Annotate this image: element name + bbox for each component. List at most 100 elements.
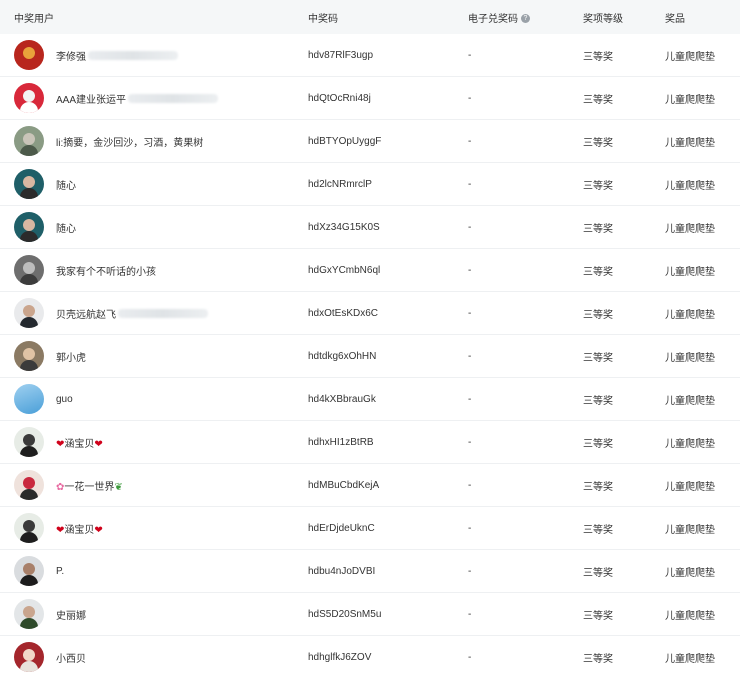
table-row: P. hdbu4nJoDVBI - 三等奖 儿童爬爬垫 (0, 550, 740, 593)
avatar (14, 427, 44, 457)
user-cell: 史丽娜 (0, 599, 308, 629)
redacted-text (128, 93, 219, 103)
table-row: 郭小虎 hdtdkg6xOhHN - 三等奖 儿童爬爬垫 (0, 335, 740, 378)
avatar (14, 513, 44, 543)
prize-cell: 儿童爬爬垫 (665, 51, 715, 63)
user-cell: P. (0, 556, 308, 586)
ecode-cell: - (468, 436, 472, 448)
code-cell: hd2lcNRmrclP (308, 178, 372, 190)
prize-cell: 儿童爬爬垫 (665, 524, 715, 536)
user-cell: 李修强 (0, 40, 308, 70)
ecode-cell: - (468, 135, 472, 147)
prize-cell: 儿童爬爬垫 (665, 395, 715, 407)
level-cell: 三等奖 (583, 51, 613, 63)
user-name-text: 一花一世界 (64, 481, 115, 493)
redacted-text (118, 308, 208, 318)
header-user: 中奖用户 (14, 13, 54, 25)
ecode-cell: - (468, 608, 472, 620)
level-cell: 三等奖 (583, 567, 613, 579)
header-ecode-label: 电子兑奖码 (468, 13, 518, 25)
user-cell: 小西贝 (0, 642, 308, 672)
ecode-cell: - (468, 522, 472, 534)
prize-cell: 儿童爬爬垫 (665, 223, 715, 235)
ecode-cell: - (468, 221, 472, 233)
code-cell: hdS5D20SnM5u (308, 608, 382, 620)
leaf-icon: ❦ (114, 481, 123, 493)
level-cell: 三等奖 (583, 524, 613, 536)
prize-cell: 儿童爬爬垫 (665, 610, 715, 622)
avatar (14, 642, 44, 672)
code-cell: hdQtOcRni48j (308, 92, 371, 104)
user-cell: guo (0, 384, 308, 414)
ecode-cell: - (468, 307, 472, 319)
user-name: 贝壳远航赵飞 (56, 309, 116, 321)
user-cell: 随心 (0, 212, 308, 242)
heart-icon: ❤ (94, 438, 103, 450)
table-row: ❤涵宝贝❤ hdErDjdeUknC - 三等奖 儿童爬爬垫 (0, 507, 740, 550)
ecode-cell: - (468, 651, 472, 663)
question-circle-icon[interactable]: ? (521, 14, 530, 24)
ecode-cell: - (468, 479, 472, 491)
user-cell: 我家有个不听话的小孩 (0, 255, 308, 285)
user-cell: 随心 (0, 169, 308, 199)
heart-icon: ❤ (94, 524, 103, 536)
user-name: li:摘要，金沙回沙，习酒，黄果树 (56, 137, 204, 149)
prize-cell: 儿童爬爬垫 (665, 438, 715, 450)
table-row: AAA建业张运平 hdQtOcRni48j - 三等奖 儿童爬爬垫 (0, 77, 740, 120)
ecode-cell: - (468, 264, 472, 276)
level-cell: 三等奖 (583, 94, 613, 106)
code-cell: hdXz34G15K0S (308, 221, 380, 233)
avatar (14, 212, 44, 242)
user-name: ❤涵宝贝❤ (56, 435, 103, 450)
prize-cell: 儿童爬爬垫 (665, 352, 715, 364)
table-row: li:摘要，金沙回沙，习酒，黄果树 hdBTYOpUyggF - 三等奖 儿童爬… (0, 120, 740, 163)
table-row: 我家有个不听话的小孩 hdGxYCmbN6ql - 三等奖 儿童爬爬垫 (0, 249, 740, 292)
prize-cell: 儿童爬爬垫 (665, 266, 715, 278)
avatar (14, 169, 44, 199)
ecode-cell: - (468, 92, 472, 104)
user-name: ✿一花一世界❦ (56, 478, 123, 493)
prize-cell: 儿童爬爬垫 (665, 309, 715, 321)
ecode-cell: - (468, 350, 472, 362)
table-row: 史丽娜 hdS5D20SnM5u - 三等奖 儿童爬爬垫 (0, 593, 740, 636)
table-row: 小西贝 hdhglfkJ6ZOV - 三等奖 儿童爬爬垫 (0, 636, 740, 678)
ecode-cell: - (468, 393, 472, 405)
avatar (14, 470, 44, 500)
avatar (14, 40, 44, 70)
user-name: P. (56, 565, 65, 577)
level-cell: 三等奖 (583, 395, 613, 407)
prize-cell: 儿童爬爬垫 (665, 567, 715, 579)
table-row: ✿一花一世界❦ hdMBuCbdKejA - 三等奖 儿童爬爬垫 (0, 464, 740, 507)
level-cell: 三等奖 (583, 266, 613, 278)
user-name: 史丽娜 (56, 610, 86, 622)
code-cell: hdtdkg6xOhHN (308, 350, 377, 362)
user-name: 我家有个不听话的小孩 (56, 266, 156, 278)
user-name: 小西贝 (56, 653, 86, 665)
level-cell: 三等奖 (583, 309, 613, 321)
redacted-text (88, 50, 178, 60)
prize-cell: 儿童爬爬垫 (665, 180, 715, 192)
winners-table: 中奖用户 中奖码 电子兑奖码? 奖项等级 奖品 李修强 hdv87RlF3ugp… (0, 0, 740, 678)
user-name: 随心 (56, 180, 76, 192)
ecode-cell: - (468, 178, 472, 190)
table-row: 随心 hdXz34G15K0S - 三等奖 儿童爬爬垫 (0, 206, 740, 249)
user-name-text: 涵宝贝 (64, 524, 95, 536)
code-cell: hdhxHI1zBtRB (308, 436, 374, 448)
user-name: 随心 (56, 223, 76, 235)
code-cell: hd4kXBbrauGk (308, 393, 376, 405)
code-cell: hdv87RlF3ugp (308, 49, 374, 61)
user-name: 郭小虎 (56, 352, 86, 364)
prize-cell: 儿童爬爬垫 (665, 137, 715, 149)
table-row: ❤涵宝贝❤ hdhxHI1zBtRB - 三等奖 儿童爬爬垫 (0, 421, 740, 464)
level-cell: 三等奖 (583, 610, 613, 622)
user-name: AAA建业张运平 (56, 94, 127, 106)
table-header: 中奖用户 中奖码 电子兑奖码? 奖项等级 奖品 (0, 0, 740, 34)
table-row: 贝壳远航赵飞 hdxOtEsKDx6C - 三等奖 儿童爬爬垫 (0, 292, 740, 335)
table-row: 李修强 hdv87RlF3ugp - 三等奖 儿童爬爬垫 (0, 34, 740, 77)
user-cell: ❤涵宝贝❤ (0, 427, 308, 457)
code-cell: hdMBuCbdKejA (308, 479, 380, 491)
code-cell: hdhglfkJ6ZOV (308, 651, 372, 663)
level-cell: 三等奖 (583, 352, 613, 364)
table-row: 随心 hd2lcNRmrclP - 三等奖 儿童爬爬垫 (0, 163, 740, 206)
level-cell: 三等奖 (583, 137, 613, 149)
